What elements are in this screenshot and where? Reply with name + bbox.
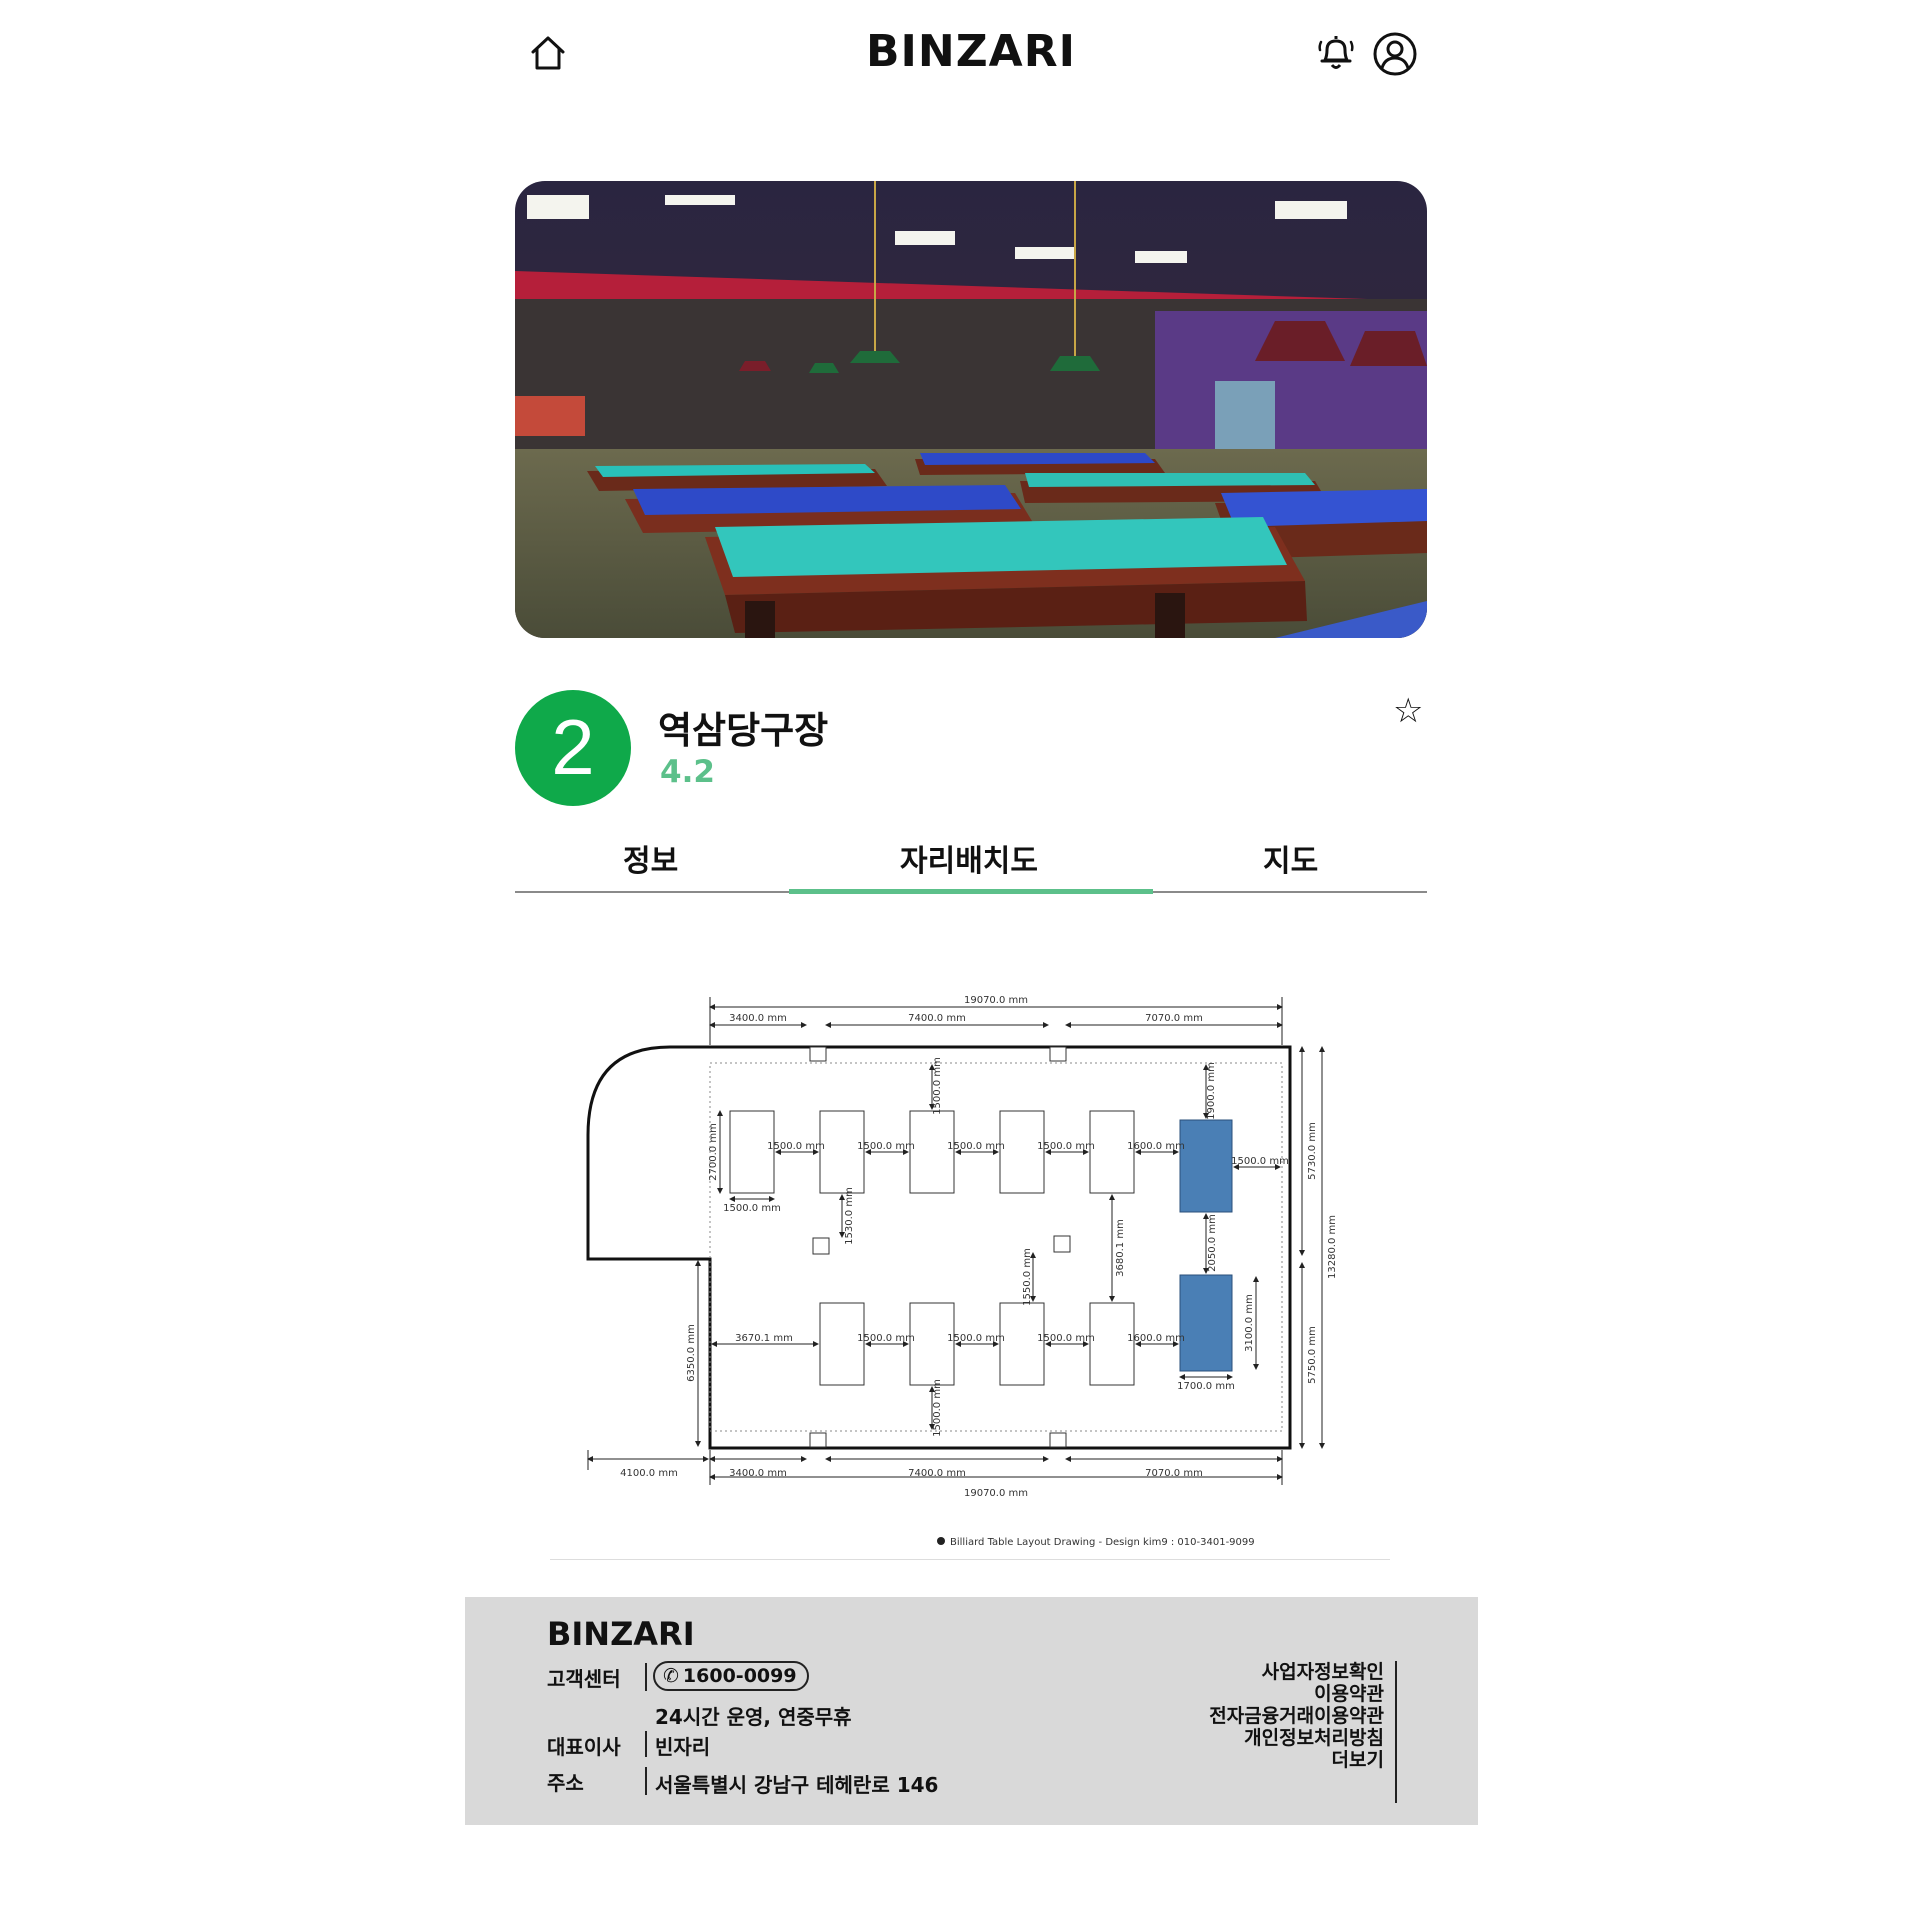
footer-brand: BINZARI — [547, 1615, 695, 1653]
logo-number: 2 — [551, 703, 594, 791]
drawing-credit: Billiard Table Layout Drawing - Design k… — [950, 1537, 1255, 1548]
dim-label: 19070.0 mm — [964, 1488, 1028, 1499]
dim-label: 1530.0 mm — [844, 1187, 855, 1245]
dim-label: 2700.0 mm — [708, 1123, 719, 1181]
cs-label: 고객센터 — [547, 1667, 621, 1691]
subway-line-2-logo: 2 — [515, 690, 631, 806]
address-text: 서울특별시 강남구 테헤란로 146 — [655, 1773, 939, 1797]
dim-label: 13280.0 mm — [1327, 1215, 1338, 1279]
dim-label: 7070.0 mm — [1145, 1013, 1203, 1024]
hours-text: 24시간 운영, 연중무휴 — [655, 1705, 852, 1729]
dim-label: 3670.1 mm — [735, 1333, 793, 1344]
dim-label: 1500.0 mm — [932, 1057, 943, 1115]
divider — [645, 1731, 647, 1757]
dim-label: 5750.0 mm — [1307, 1326, 1318, 1384]
address-label: 주소 — [547, 1771, 584, 1795]
seat-layout-drawing: 19070.0 mm 3400.0 mm 7400.0 mm 7070.0 mm… — [540, 985, 1400, 1561]
footer: BINZARI 고객센터 ✆ 1600-0099 24시간 운영, 연중무휴 대… — [465, 1597, 1478, 1825]
dim-label: 1600.0 mm — [1127, 1333, 1185, 1344]
dim-label: 7400.0 mm — [908, 1468, 966, 1479]
dim-label: 1500.0 mm — [767, 1141, 825, 1152]
dim-label: 7070.0 mm — [1145, 1468, 1203, 1479]
bell-icon[interactable] — [1313, 30, 1359, 76]
link-terms[interactable]: 이용약관 — [1209, 1683, 1384, 1705]
dim-label: 7400.0 mm — [908, 1013, 966, 1024]
dim-label: 1600.0 mm — [1127, 1141, 1185, 1152]
link-privacy[interactable]: 개인정보처리방침 — [1209, 1727, 1384, 1749]
credit-icon — [937, 1537, 945, 1545]
divider — [645, 1663, 647, 1691]
user-icon[interactable] — [1371, 30, 1419, 78]
link-e-finance-terms[interactable]: 전자금융거래이용약관 — [1209, 1705, 1384, 1727]
table[interactable] — [999, 1302, 1045, 1386]
tab-map[interactable]: 지도 — [1263, 836, 1318, 880]
dim-label: 4100.0 mm — [620, 1468, 678, 1479]
dim-label: 3400.0 mm — [729, 1013, 787, 1024]
table[interactable] — [909, 1302, 955, 1386]
table-occupied[interactable] — [1179, 1119, 1233, 1213]
dim-label: 3400.0 mm — [729, 1468, 787, 1479]
tab-seat-layout[interactable]: 자리배치도 — [900, 836, 1038, 880]
top-app-bar: BINZARI — [515, 0, 1427, 110]
dim-label: 1500.0 mm — [857, 1333, 915, 1344]
table[interactable] — [819, 1110, 865, 1194]
ceo-label: 대표이사 — [547, 1735, 621, 1759]
dim-label: 1500.0 mm — [723, 1203, 781, 1214]
dim-label: 19070.0 mm — [964, 995, 1028, 1006]
dim-label: 1500.0 mm — [1037, 1141, 1095, 1152]
table[interactable] — [909, 1110, 955, 1194]
divider — [1395, 1661, 1397, 1803]
dim-label: 3680.1 mm — [1115, 1219, 1126, 1277]
table[interactable] — [1089, 1110, 1135, 1194]
phone-button[interactable]: ✆ 1600-0099 — [653, 1661, 809, 1691]
dim-label: 6350.0 mm — [686, 1324, 697, 1382]
store-tabs: 정보 자리배치도 지도 — [515, 830, 1427, 894]
dim-label: 1500.0 mm — [857, 1141, 915, 1152]
link-business-info[interactable]: 사업자정보확인 — [1209, 1661, 1384, 1683]
table[interactable] — [999, 1110, 1045, 1194]
divider — [645, 1767, 647, 1795]
dim-label: 1900.0 mm — [1206, 1062, 1217, 1120]
dim-label: 3100.0 mm — [1244, 1294, 1255, 1352]
ceo-name: 빈자리 — [655, 1735, 711, 1759]
dim-label: 1550.0 mm — [1022, 1248, 1033, 1306]
star-outline-icon[interactable]: ☆ — [1393, 694, 1423, 728]
app-title[interactable]: BINZARI — [515, 26, 1427, 77]
store-name: 역삼당구장 — [658, 709, 829, 752]
link-more[interactable]: 더보기 — [1209, 1749, 1384, 1771]
dim-label: 1500.0 mm — [932, 1379, 943, 1437]
phone-number: 1600-0099 — [682, 1665, 797, 1687]
tab-info[interactable]: 정보 — [623, 836, 678, 880]
dim-label: 1500.0 mm — [947, 1141, 1005, 1152]
table-occupied[interactable] — [1179, 1274, 1233, 1372]
footer-links: 사업자정보확인 이용약관 전자금융거래이용약관 개인정보처리방침 더보기 — [1209, 1661, 1384, 1771]
dim-label: 1500.0 mm — [947, 1333, 1005, 1344]
store-photo — [515, 181, 1427, 638]
phone-icon: ✆ — [663, 1665, 679, 1687]
table[interactable] — [729, 1110, 775, 1194]
dim-label: 5730.0 mm — [1307, 1122, 1318, 1180]
dim-label: 2050.0 mm — [1207, 1214, 1218, 1272]
active-tab-indicator — [789, 889, 1153, 894]
store-rating: 4.2 — [660, 754, 715, 790]
dim-label: 1500.0 mm — [1231, 1156, 1289, 1167]
table[interactable] — [1089, 1302, 1135, 1386]
dim-label: 1700.0 mm — [1177, 1381, 1235, 1392]
table[interactable] — [819, 1302, 865, 1386]
dim-label: 1500.0 mm — [1037, 1333, 1095, 1344]
